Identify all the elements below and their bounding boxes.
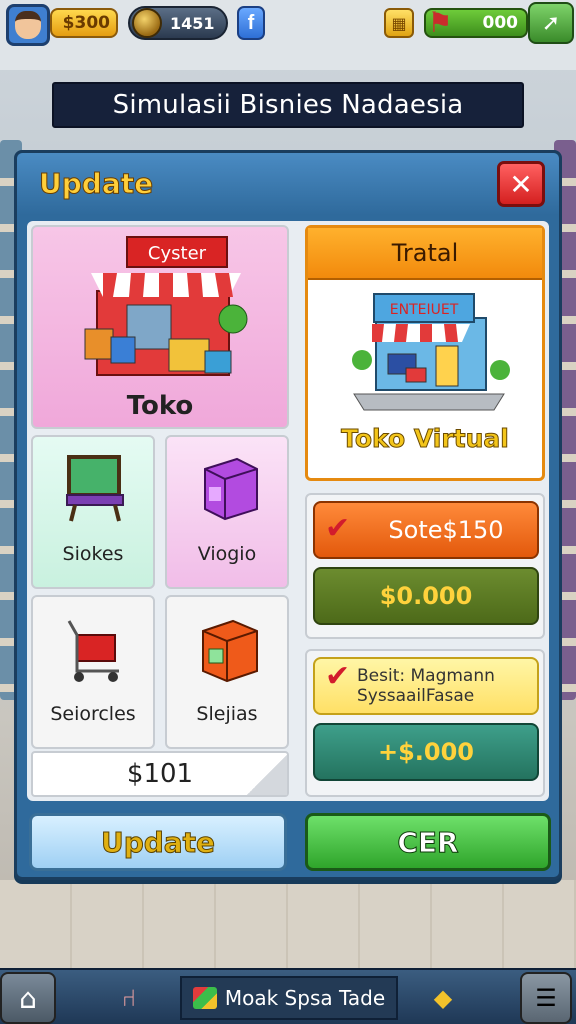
avatar-face-icon [15,11,41,39]
cer-button[interactable]: CER [305,813,551,871]
main-nav-tab[interactable]: Moak Spsa Tade [180,976,398,1020]
arrow-up-right-icon: ➚ [541,10,561,36]
close-button[interactable]: ✕ [497,161,545,207]
cer-button-label: CER [397,825,459,859]
update-panel: Update ✕ Cyster Toko Siokes Viogio Seior… [14,150,562,880]
shop-building-icon: Cyster [84,236,248,376]
coin-counter[interactable]: $300 [50,8,118,38]
price-strip: $101 [31,751,289,797]
virtual-shop-card[interactable]: Tratal ENTEIUET Toko Virtual [305,225,545,481]
chair-icon: ⑁ [121,984,137,1012]
teal-price-button[interactable]: +$.000 [313,723,539,781]
best-offer-text: Besit: Magmann SyssaailFasae [357,666,495,706]
offer-box-2: ✔ Besit: Magmann SyssaailFasae +$.000 [305,649,545,797]
panel-title: Update [38,167,154,201]
background-floor [0,880,576,970]
top-bar: $300 1451 f ▦ ⚑ 000 ➚ [0,0,576,50]
chair-button[interactable]: ⑁ [112,982,146,1014]
home-icon: ⌂ [19,981,37,1015]
orange-box-icon [202,619,258,683]
close-icon: ✕ [509,167,533,201]
gift-box-icon [192,987,217,1009]
sote-offer-button[interactable]: ✔ Sote$150 [313,501,539,559]
update-button-label: Update [100,825,216,859]
home-button[interactable]: ⌂ [0,972,56,1024]
coin-value: $300 [62,13,110,33]
best-offer-button[interactable]: ✔ Besit: Magmann SyssaailFasae [313,657,539,715]
coin-stack-icon: ◆ [433,984,453,1012]
facebook-icon: f [247,11,255,34]
gem-icon [132,8,162,38]
page-curl-icon [247,755,287,795]
checkmark-icon: ✔ [325,511,351,546]
gem-counter[interactable]: 1451 [128,6,228,40]
inventory-button[interactable]: ☰ [520,972,572,1024]
update-button[interactable]: Update [29,813,287,871]
green-price-button[interactable]: $0.000 [313,567,539,625]
sote-offer-label: Sote$150 [388,516,504,544]
price-value: $101 [126,759,194,789]
book-stack-icon: ☰ [535,984,557,1012]
chalkboard-icon [66,455,124,522]
gem-value: 1451 [170,13,215,33]
main-nav-label: Moak Spsa Tade [224,986,386,1010]
calendar-button[interactable]: ▦ [384,8,414,38]
item-card-siokes[interactable]: Siokes [31,435,155,589]
item-label: Viogio [197,543,257,565]
checkmark-icon: ✔ [325,659,351,694]
panel-body: Cyster Toko Siokes Viogio Seiorcles Slej… [27,221,549,801]
best-offer-line2: SyssaailFasae [357,686,475,706]
coin-stack-button[interactable]: ◆ [426,982,460,1014]
level-up-button[interactable]: ➚ [528,2,574,44]
item-card-viogio[interactable]: Viogio [165,435,289,589]
facebook-button[interactable]: f [237,6,265,40]
xp-bar[interactable]: ⚑ 000 [424,6,528,39]
calendar-icon: ▦ [391,13,407,33]
shop-card-toko[interactable]: Cyster Toko [31,225,289,429]
virtual-card-label: Toko Virtual [341,424,510,454]
virtual-card-header-text: Tratal [391,239,459,267]
virtual-shop-icon: ENTEIUET [352,293,510,411]
item-card-slejias[interactable]: Slejias [165,595,289,749]
game-title: Simulasii Bisnies Nadaesia [112,90,464,120]
flag-icon: ⚑ [427,5,453,39]
shop-card-label: Toko [126,391,194,421]
offer-box-1: ✔ Sote$150 $0.000 [305,493,545,639]
virtual-shop-sign-text: ENTEIUET [390,302,459,318]
shopping-cart-icon [67,620,119,682]
game-title-banner: Simulasii Bisnies Nadaesia [52,82,524,128]
virtual-card-header: Tratal [308,228,542,280]
best-offer-line1: Besit: Magmann [357,666,495,686]
panel-header: Update ✕ [17,153,559,215]
xp-value: 000 [482,13,519,33]
purple-box-icon [204,457,258,521]
player-avatar[interactable] [6,4,50,46]
item-label: Seiorcles [50,703,136,725]
bottom-nav: ⌂ ⑁ Moak Spsa Tade ◆ ☰ [0,968,576,1024]
item-label: Siokes [62,543,124,565]
item-card-seiorcles[interactable]: Seiorcles [31,595,155,749]
shop-sign-text: Cyster [148,243,207,264]
green-price-label: $0.000 [379,582,473,610]
teal-price-label: +$.000 [377,738,475,766]
item-label: Slejias [196,703,258,725]
